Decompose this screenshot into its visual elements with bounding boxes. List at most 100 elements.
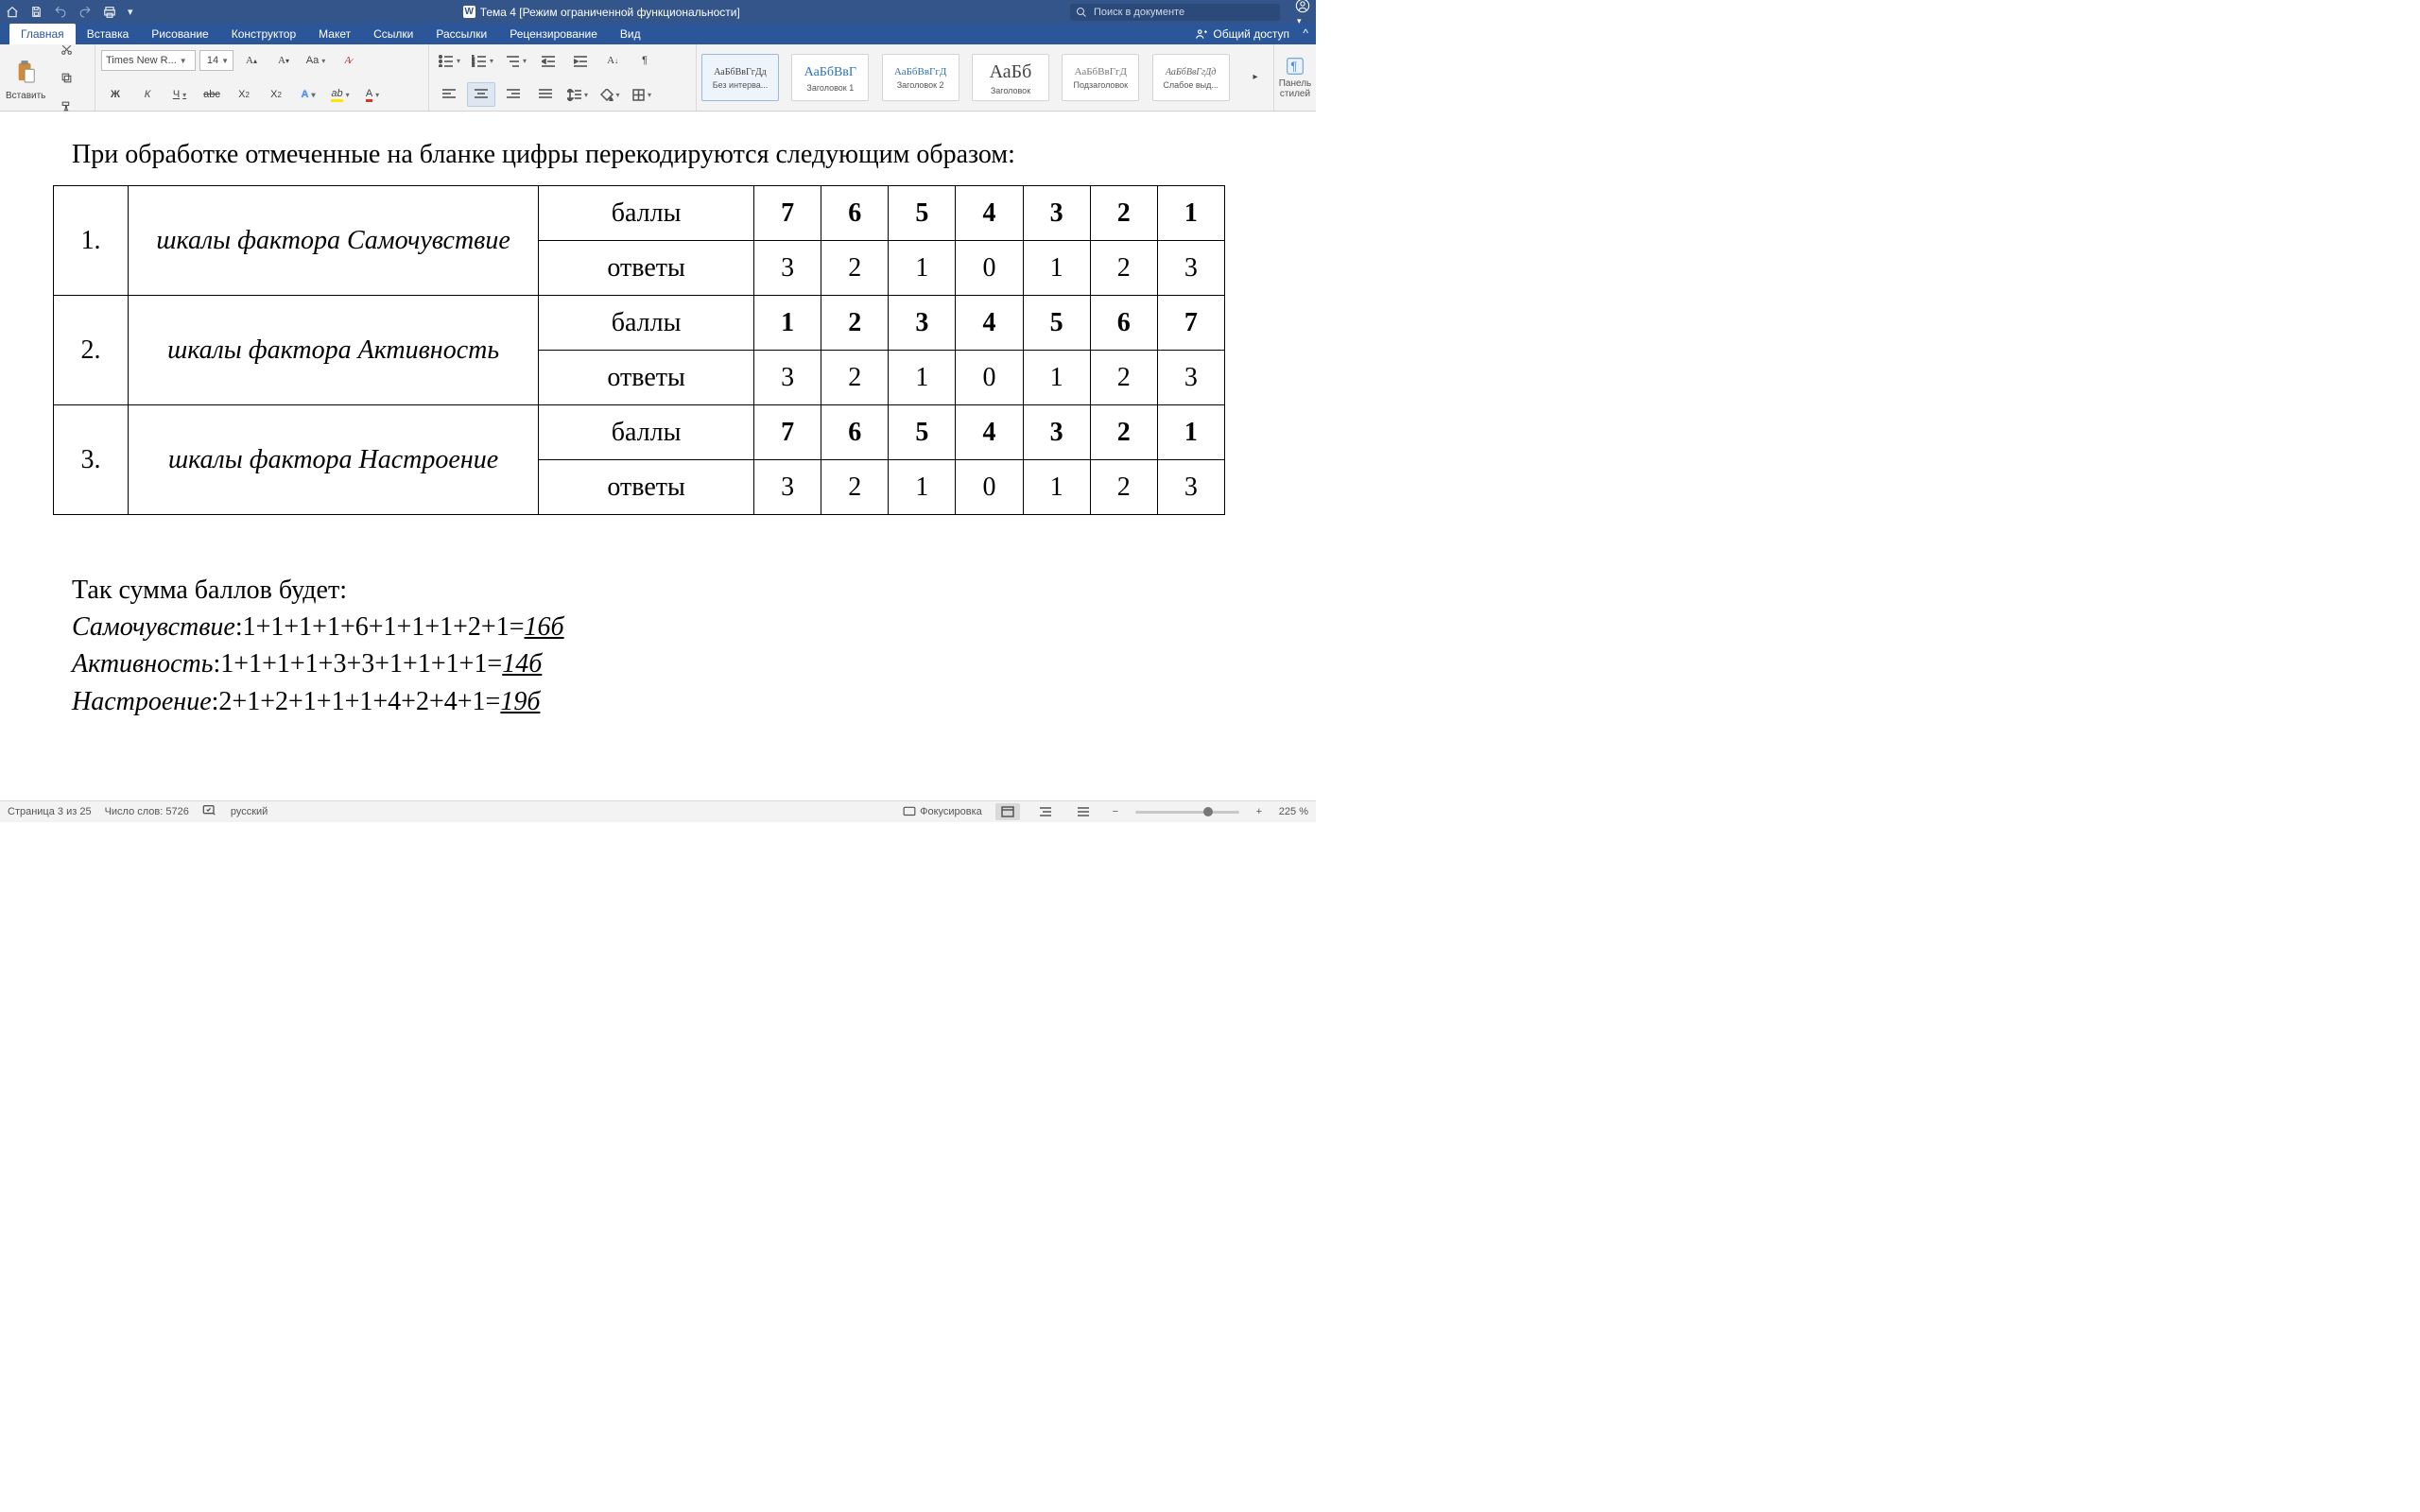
style-label: Заголовок 2: [897, 80, 944, 90]
undo-icon[interactable]: [54, 6, 67, 18]
answer-cell: 2: [821, 241, 889, 296]
copy-icon[interactable]: [52, 65, 80, 90]
italic-button[interactable]: К: [133, 82, 162, 107]
align-left-icon[interactable]: [435, 82, 463, 107]
score-cell: 7: [754, 186, 821, 241]
tab-references[interactable]: Ссылки: [362, 24, 424, 44]
share-button[interactable]: Общий доступ: [1195, 24, 1289, 44]
tab-view[interactable]: Вид: [609, 24, 652, 44]
style-title[interactable]: АаБбЗаголовок: [972, 54, 1049, 101]
style-subtitle[interactable]: АаБбВвГгДПодзаголовок: [1062, 54, 1139, 101]
borders-icon[interactable]: ▾: [628, 82, 656, 107]
change-case-icon[interactable]: Aa▾: [302, 48, 330, 73]
style-label: Слабое выд...: [1163, 80, 1218, 90]
style-no-spacing[interactable]: АаБбВвГгДдБез интерва...: [701, 54, 779, 101]
ribbon-group-clipboard: Вставить: [0, 44, 95, 111]
font-name-combo[interactable]: Times New R...▼: [101, 50, 196, 71]
collapse-ribbon-icon[interactable]: ^: [1303, 26, 1308, 40]
redo-icon[interactable]: [78, 6, 92, 18]
strikethrough-button[interactable]: abc: [198, 82, 226, 107]
home-icon[interactable]: [6, 6, 19, 19]
font-size-combo[interactable]: 14▼: [199, 50, 233, 71]
tab-mailings[interactable]: Рассылки: [424, 24, 498, 44]
style-heading1[interactable]: АаБбВвГЗаголовок 1: [791, 54, 869, 101]
subscript-button[interactable]: X2: [230, 82, 258, 107]
tab-insert[interactable]: Вставка: [76, 24, 141, 44]
ribbon: Вставить Times New R...▼ 14▼ A▴ A▾ Aa▾ A…: [0, 44, 1316, 112]
superscript-button[interactable]: X2: [262, 82, 290, 107]
sum-expression: :2+1+2+1+1+1+4+2+4+1=: [212, 687, 501, 716]
bullets-icon[interactable]: ▾: [435, 48, 464, 73]
grow-font-icon[interactable]: A▴: [237, 48, 266, 73]
styles-more-icon[interactable]: ▸: [1241, 65, 1270, 90]
style-subtle-emphasis[interactable]: АаБбВвГгДдСлабое выд...: [1152, 54, 1230, 101]
quick-access-toolbar: ▾: [6, 6, 133, 19]
search-input[interactable]: [1092, 6, 1256, 19]
align-right-icon[interactable]: [499, 82, 527, 107]
zoom-slider[interactable]: [1135, 811, 1239, 814]
justify-icon[interactable]: [531, 82, 560, 107]
view-web-layout-icon[interactable]: [1071, 803, 1096, 820]
print-icon[interactable]: [103, 6, 116, 19]
answers-label: ответы: [539, 460, 754, 515]
zoom-slider-knob[interactable]: [1203, 807, 1213, 816]
multilevel-list-icon[interactable]: ▾: [501, 48, 530, 73]
status-page[interactable]: Страница 3 из 25: [8, 806, 92, 817]
decrease-indent-icon[interactable]: [534, 48, 562, 73]
answer-cell: 3: [1157, 351, 1224, 405]
style-label: Заголовок 1: [806, 83, 854, 93]
svg-text:¶: ¶: [1290, 60, 1297, 74]
score-cell: 4: [956, 186, 1023, 241]
answer-cell: 2: [1090, 241, 1157, 296]
tab-draw[interactable]: Рисование: [140, 24, 219, 44]
numbering-icon[interactable]: 123▾: [468, 48, 497, 73]
shrink-font-icon[interactable]: A▾: [269, 48, 298, 73]
zoom-in-button[interactable]: +: [1253, 806, 1266, 817]
zoom-out-button[interactable]: −: [1109, 806, 1122, 817]
search-box[interactable]: [1070, 4, 1280, 21]
score-cell: 2: [1090, 405, 1157, 460]
highlight-color-icon[interactable]: ab▾: [326, 82, 354, 107]
customize-qat-icon[interactable]: ▾: [128, 6, 133, 18]
view-print-layout-icon[interactable]: [995, 803, 1020, 820]
scores-label: баллы: [539, 405, 754, 460]
tab-home[interactable]: Главная: [9, 24, 76, 44]
answer-cell: 1: [889, 460, 956, 515]
style-heading2[interactable]: АаБбВвГгДЗаголовок 2: [882, 54, 959, 101]
text-effects-icon[interactable]: A▾: [294, 82, 322, 107]
align-center-icon[interactable]: [467, 82, 495, 107]
status-word-count[interactable]: Число слов: 5726: [105, 806, 189, 817]
paste-label: Вставить: [6, 91, 45, 101]
tab-review[interactable]: Рецензирование: [498, 24, 609, 44]
search-icon: [1076, 7, 1087, 18]
bold-button[interactable]: Ж: [101, 82, 130, 107]
sort-icon[interactable]: A↓: [598, 48, 627, 73]
answers-label: ответы: [539, 241, 754, 296]
increase-indent-icon[interactable]: [566, 48, 595, 73]
paste-button[interactable]: [11, 55, 40, 89]
shading-icon[interactable]: ▾: [596, 82, 624, 107]
score-cell: 1: [754, 296, 821, 351]
underline-button[interactable]: Ч▾: [165, 82, 194, 107]
clipboard-icon: [15, 60, 36, 84]
sum-expression: :1+1+1+1+6+1+1+1+2+1=: [235, 612, 525, 642]
status-language[interactable]: русский: [231, 806, 268, 817]
tab-design[interactable]: Конструктор: [220, 24, 307, 44]
save-icon[interactable]: [30, 6, 43, 18]
answer-cell: 1: [889, 241, 956, 296]
focus-mode-button[interactable]: Фокусировка: [903, 806, 982, 817]
styles-pane-label: Панель стилей: [1279, 78, 1312, 99]
tab-layout[interactable]: Макет: [307, 24, 362, 44]
account-icon[interactable]: ▾: [1295, 0, 1310, 26]
score-cell: 6: [821, 186, 889, 241]
show-marks-icon[interactable]: ¶: [631, 48, 659, 73]
font-color-icon[interactable]: A▾: [358, 82, 387, 107]
document-area[interactable]: При обработке отмеченные на бланке цифры…: [0, 112, 1316, 800]
scores-label: баллы: [539, 186, 754, 241]
spellcheck-icon[interactable]: [202, 804, 217, 820]
view-outline-icon[interactable]: [1033, 803, 1058, 820]
styles-pane-button[interactable]: ¶ Панель стилей: [1274, 44, 1316, 111]
clear-formatting-icon[interactable]: A̷: [334, 48, 362, 73]
zoom-level[interactable]: 225 %: [1279, 806, 1308, 817]
line-spacing-icon[interactable]: ▾: [563, 82, 592, 107]
